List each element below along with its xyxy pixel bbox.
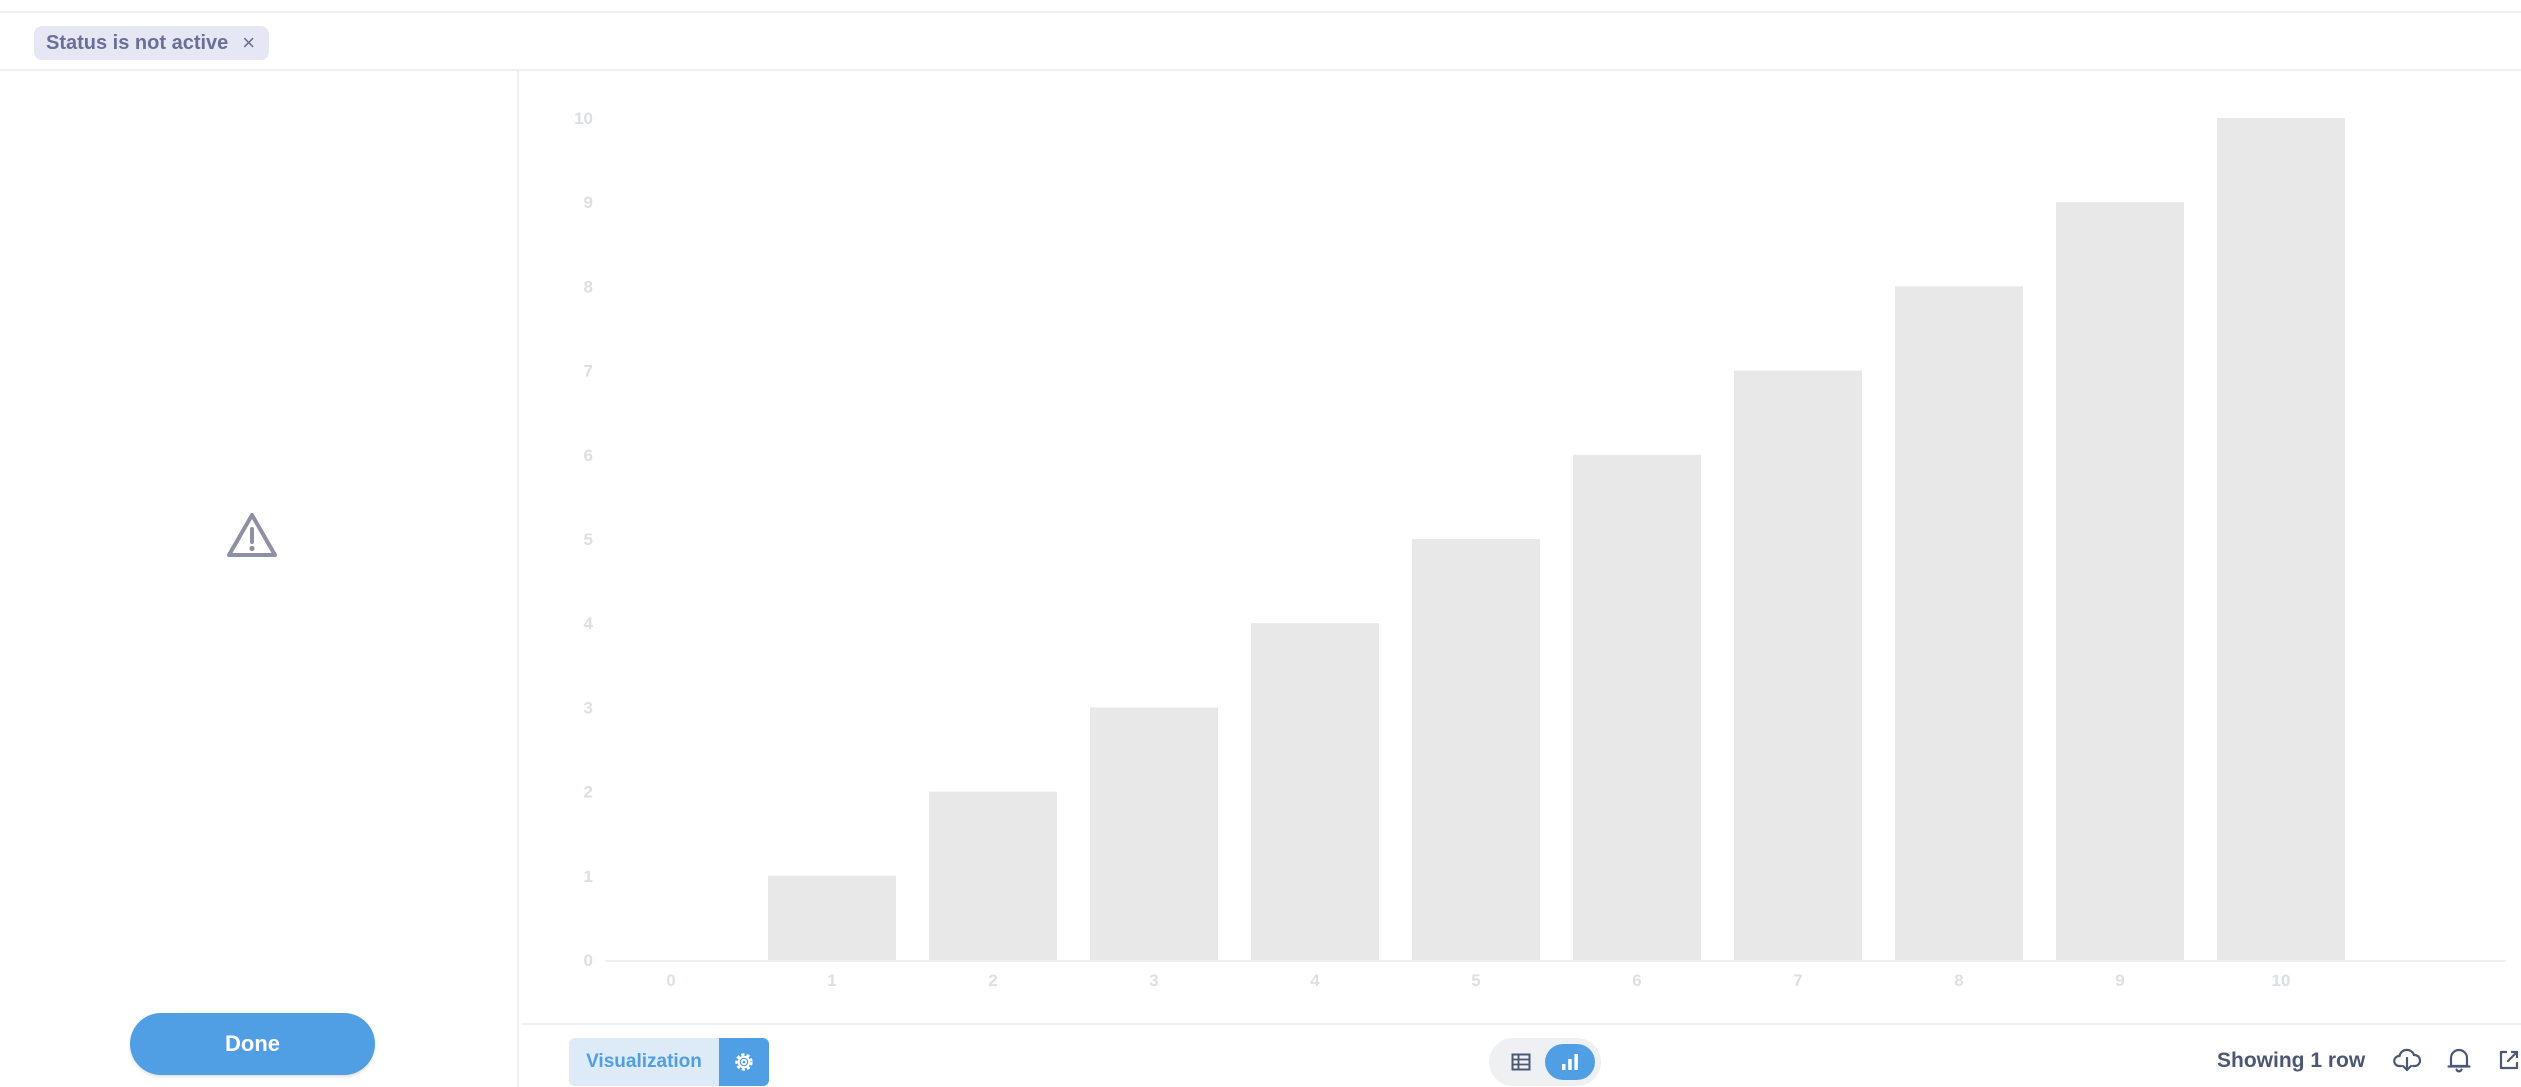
bar[interactable] (1895, 286, 2023, 960)
warning-icon (227, 513, 277, 557)
y-tick-label: 4 (584, 614, 594, 633)
x-tick-label: 0 (666, 971, 675, 990)
y-tick-label: 6 (584, 446, 593, 465)
close-icon[interactable]: × (242, 32, 255, 54)
alert-button[interactable] (2445, 1046, 2473, 1074)
bar[interactable] (2056, 202, 2184, 960)
bar[interactable] (1412, 539, 1540, 960)
download-button[interactable] (2393, 1046, 2421, 1074)
y-tick-label: 10 (574, 109, 593, 128)
bar[interactable] (929, 791, 1057, 960)
y-tick-label: 9 (584, 193, 593, 212)
table-icon (1511, 1053, 1531, 1071)
bar[interactable] (1090, 707, 1218, 960)
y-tick-label: 3 (584, 698, 593, 717)
x-tick-label: 1 (827, 971, 836, 990)
bar-chart-icon (1562, 1054, 1578, 1070)
y-tick-label: 8 (584, 277, 593, 296)
filter-bar: Status is not active × (0, 13, 2521, 71)
row-count: Showing 1 row (2217, 1049, 2366, 1072)
done-button[interactable]: Done (130, 1013, 375, 1075)
bar[interactable] (1573, 454, 1701, 960)
x-tick-label: 9 (2115, 971, 2124, 990)
y-tick-label: 5 (584, 530, 593, 549)
view-toggle (1489, 1038, 1601, 1086)
gear-icon (735, 1053, 753, 1071)
x-tick-label: 4 (1310, 971, 1320, 990)
filter-pill[interactable]: Status is not active × (34, 26, 270, 60)
x-tick-label: 10 (2272, 971, 2291, 990)
y-tick-label: 2 (584, 783, 593, 802)
bar[interactable] (768, 875, 896, 960)
table-view-toggle[interactable] (1499, 1044, 1543, 1080)
x-tick-label: 5 (1471, 971, 1480, 990)
external-link-icon (2499, 1050, 2519, 1070)
top-divider (0, 0, 2521, 13)
x-tick-label: 3 (1149, 971, 1158, 990)
chart-area: 0 1 2 3 4 5 6 7 8 9 10 0 1 2 3 4 5 6 7 8 9 10 (521, 71, 2521, 1021)
open-external-button[interactable] (2495, 1046, 2521, 1074)
x-tick-label: 8 (1954, 971, 1963, 990)
y-tick-label: 0 (584, 951, 593, 970)
bar[interactable] (1251, 623, 1379, 960)
footer-bar: Visualization Showing 1 row (521, 1023, 2521, 1087)
filter-label[interactable]: Status is not active (46, 32, 228, 55)
bar-chart: 0 1 2 3 4 5 6 7 8 9 10 0 1 2 3 4 5 6 7 8 9 10 (574, 109, 2506, 990)
x-tick-label: 7 (1793, 971, 1802, 990)
bar[interactable] (2217, 118, 2345, 960)
download-icon (2393, 1048, 2421, 1072)
y-tick-label: 1 (584, 867, 593, 886)
settings-button[interactable] (719, 1038, 769, 1086)
bar[interactable] (1734, 370, 1862, 961)
bell-icon (2447, 1048, 2471, 1073)
sidebar: Done (0, 71, 519, 1087)
y-tick-label: 7 (584, 362, 593, 381)
visualization-button[interactable]: Visualization (569, 1038, 719, 1086)
x-tick-label: 2 (988, 971, 997, 990)
chart-view-toggle[interactable] (1545, 1044, 1595, 1080)
x-tick-label: 6 (1632, 971, 1641, 990)
